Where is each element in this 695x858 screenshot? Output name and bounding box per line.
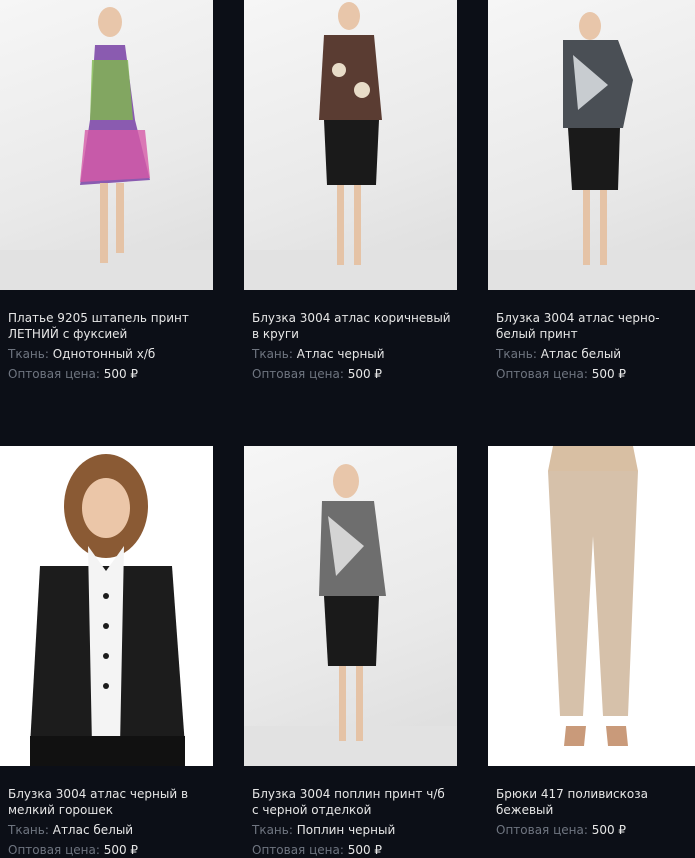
fabric-row: Ткань: Атлас белый — [496, 347, 622, 361]
product-title[interactable]: Блузка 3004 атлас черный в мелкий гороше… — [8, 786, 208, 818]
price-row: Оптовая цена: 500 ₽ — [252, 843, 383, 857]
product-title[interactable]: Платье 9205 штапель принт ЛЕТНИЙ с фукси… — [8, 310, 208, 342]
product-photo-trousers[interactable] — [488, 446, 695, 766]
product-title[interactable]: Блузка 3004 атлас черно-белый принт — [496, 310, 695, 342]
product-card[interactable]: Платье 9205 штапель принт ЛЕТНИЙ с фукси… — [0, 0, 213, 382]
price-row: Оптовая цена: 500 ₽ — [8, 367, 139, 381]
fabric-row: Ткань: Однотонный х/б — [8, 347, 156, 361]
product-card[interactable]: Блузка 3004 атлас черно-белый принт Ткан… — [488, 0, 695, 382]
price-row: Оптовая цена: 500 ₽ — [8, 843, 139, 857]
product-title[interactable]: Брюки 417 поливискоза бежевый — [496, 786, 695, 818]
price-row: Оптовая цена: 500 ₽ — [496, 367, 627, 381]
product-card[interactable]: Брюки 417 поливискоза бежевый Оптовая це… — [488, 446, 695, 838]
product-card[interactable]: Блузка 3004 атлас коричневый в круги Тка… — [244, 0, 457, 382]
product-card[interactable]: Блузка 3004 атлас черный в мелкий гороше… — [0, 446, 213, 858]
price-row: Оптовая цена: 500 ₽ — [496, 823, 627, 837]
product-photo-blouse-poplin[interactable] — [244, 446, 457, 766]
product-photo-blouse-brown[interactable] — [244, 0, 457, 290]
fabric-row: Ткань: Атлас белый — [8, 823, 134, 837]
product-photo-dress[interactable] — [0, 0, 213, 290]
fabric-row: Ткань: Атлас черный — [252, 347, 385, 361]
price-row: Оптовая цена: 500 ₽ — [252, 367, 383, 381]
product-title[interactable]: Блузка 3004 поплин принт ч/б с черной от… — [252, 786, 452, 818]
product-photo-blouse-dots[interactable] — [0, 446, 213, 766]
product-photo-blouse-bw[interactable] — [488, 0, 695, 290]
product-card[interactable]: Блузка 3004 поплин принт ч/б с черной от… — [244, 446, 457, 858]
product-title[interactable]: Блузка 3004 атлас коричневый в круги — [252, 310, 452, 342]
fabric-row: Ткань: Поплин черный — [252, 823, 396, 837]
